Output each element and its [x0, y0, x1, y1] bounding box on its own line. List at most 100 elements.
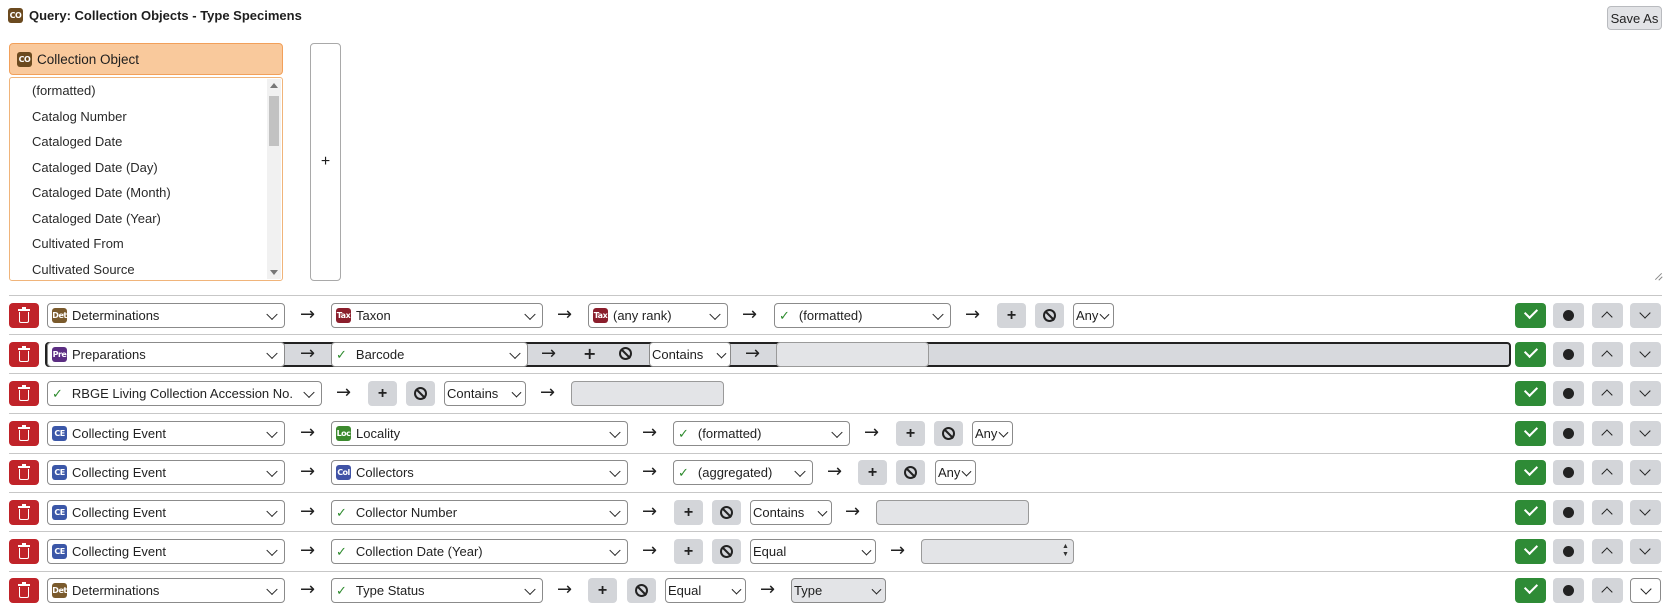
add-field-button[interactable]: + — [310, 43, 341, 281]
scroll-thumb[interactable] — [269, 96, 279, 146]
operator-select[interactable]: Any — [935, 460, 976, 485]
negate-button[interactable] — [1035, 303, 1064, 328]
path-select[interactable]: CE Collecting Event — [47, 539, 285, 564]
path-select[interactable]: Pre Preparations — [47, 342, 285, 367]
operator-select[interactable]: Contains — [750, 500, 832, 525]
field-option[interactable]: Cultivated Source — [10, 257, 282, 281]
move-up-button[interactable] — [1592, 381, 1623, 406]
negate-button[interactable] — [627, 578, 656, 603]
move-up-button[interactable] — [1592, 421, 1623, 446]
save-as-button[interactable]: Save As — [1607, 6, 1662, 30]
add-filter-button[interactable]: + — [588, 578, 617, 603]
delete-field-button[interactable] — [9, 342, 39, 367]
sort-button[interactable] — [1553, 460, 1584, 485]
negate-button[interactable] — [406, 381, 435, 406]
field-option[interactable]: Cataloged Date (Month) — [10, 180, 282, 206]
move-down-button[interactable] — [1630, 342, 1661, 367]
negate-button[interactable] — [619, 347, 632, 360]
path-select[interactable]: Det Determinations — [47, 578, 285, 603]
path-select[interactable]: CE Collecting Event — [47, 500, 285, 525]
path-select[interactable]: ✓ Barcode — [331, 342, 528, 367]
delete-field-button[interactable] — [9, 578, 39, 603]
path-select[interactable]: ✓ (formatted) — [673, 421, 850, 446]
move-down-button[interactable] — [1630, 303, 1661, 328]
add-filter-button[interactable]: + — [674, 539, 703, 564]
delete-field-button[interactable] — [9, 381, 39, 406]
move-down-button[interactable] — [1630, 539, 1661, 564]
delete-field-button[interactable] — [9, 460, 39, 485]
field-option[interactable]: Cataloged Date (Day) — [10, 155, 282, 181]
sort-button[interactable] — [1553, 539, 1584, 564]
path-select[interactable]: Tax (any rank) — [588, 303, 728, 328]
path-select[interactable]: ✓ Collector Number — [331, 500, 628, 525]
field-option[interactable]: Cultivated From — [10, 231, 282, 257]
filter-value-input[interactable] — [571, 381, 724, 406]
sort-button[interactable] — [1553, 303, 1584, 328]
operator-select[interactable]: Equal — [665, 578, 746, 603]
filter-value-input[interactable] — [776, 342, 929, 367]
move-down-button[interactable] — [1630, 500, 1661, 525]
scroll-down-icon[interactable] — [270, 270, 278, 275]
delete-field-button[interactable] — [9, 421, 39, 446]
move-down-button[interactable] — [1630, 381, 1661, 406]
path-select[interactable]: CE Collecting Event — [47, 421, 285, 446]
delete-field-button[interactable] — [9, 303, 39, 328]
operator-select[interactable]: Any — [972, 421, 1013, 446]
sort-button[interactable] — [1553, 421, 1584, 446]
path-select[interactable]: Det Determinations — [47, 303, 285, 328]
spinner-arrows-icon[interactable]: ▲ ▼ — [1062, 543, 1070, 559]
move-down-button[interactable] — [1630, 578, 1661, 603]
move-up-button[interactable] — [1592, 539, 1623, 564]
picker-table-header[interactable]: CO Collection Object — [9, 43, 283, 75]
path-select[interactable]: ✓ (formatted) — [774, 303, 951, 328]
field-picker-list[interactable]: (formatted) Catalog Number Cataloged Dat… — [9, 77, 283, 281]
path-select[interactable]: Tax Taxon — [331, 303, 543, 328]
negate-button[interactable] — [712, 539, 741, 564]
path-select[interactable]: CE Collecting Event — [47, 460, 285, 485]
sort-button[interactable] — [1553, 381, 1584, 406]
display-toggle-button[interactable] — [1515, 578, 1546, 603]
operator-select[interactable]: Equal — [750, 539, 876, 564]
path-select[interactable]: ✓ Collection Date (Year) — [331, 539, 628, 564]
sort-button[interactable] — [1553, 500, 1584, 525]
add-filter-button[interactable]: + — [368, 381, 397, 406]
move-up-button[interactable] — [1592, 460, 1623, 485]
scroll-up-icon[interactable] — [270, 83, 278, 88]
move-up-button[interactable] — [1592, 342, 1623, 367]
display-toggle-button[interactable] — [1515, 539, 1546, 564]
path-select[interactable]: ✓ RBGE Living Collection Accession No. — [47, 381, 322, 406]
negate-button[interactable] — [896, 460, 925, 485]
path-select[interactable]: ✓ Type Status — [331, 578, 543, 603]
add-filter-button[interactable]: + — [858, 460, 887, 485]
move-down-button[interactable] — [1630, 460, 1661, 485]
resize-handle-icon[interactable] — [1654, 272, 1662, 280]
operator-select[interactable]: Contains — [444, 381, 526, 406]
sort-button[interactable] — [1553, 342, 1584, 367]
move-up-button[interactable] — [1592, 500, 1623, 525]
field-option[interactable]: Cataloged Date (Year) — [10, 206, 282, 232]
add-filter-button[interactable]: + — [997, 303, 1026, 328]
filter-value-input[interactable] — [876, 500, 1029, 525]
operator-select[interactable]: Any — [1073, 303, 1114, 328]
field-option[interactable]: Cataloged Date — [10, 129, 282, 155]
display-toggle-button[interactable] — [1515, 303, 1546, 328]
picker-scrollbar[interactable] — [267, 79, 281, 279]
display-toggle-button[interactable] — [1515, 381, 1546, 406]
display-toggle-button[interactable] — [1515, 460, 1546, 485]
type-status-value-select[interactable]: Type — [791, 578, 886, 603]
move-up-button[interactable] — [1592, 578, 1623, 603]
operator-select[interactable]: Contains — [649, 342, 731, 367]
display-toggle-button[interactable] — [1515, 421, 1546, 446]
year-number-input[interactable]: ▲ ▼ — [921, 539, 1074, 564]
sort-button[interactable] — [1553, 578, 1584, 603]
field-option[interactable]: Catalog Number — [10, 104, 282, 130]
path-select[interactable]: ✓ (aggregated) — [673, 460, 813, 485]
path-select[interactable]: Loc Locality — [331, 421, 628, 446]
delete-field-button[interactable] — [9, 500, 39, 525]
display-toggle-button[interactable] — [1515, 500, 1546, 525]
add-filter-button[interactable]: + — [583, 344, 596, 364]
negate-button[interactable] — [712, 500, 741, 525]
move-up-button[interactable] — [1592, 303, 1623, 328]
field-option[interactable]: (formatted) — [10, 78, 282, 104]
path-select[interactable]: Col Collectors — [331, 460, 628, 485]
